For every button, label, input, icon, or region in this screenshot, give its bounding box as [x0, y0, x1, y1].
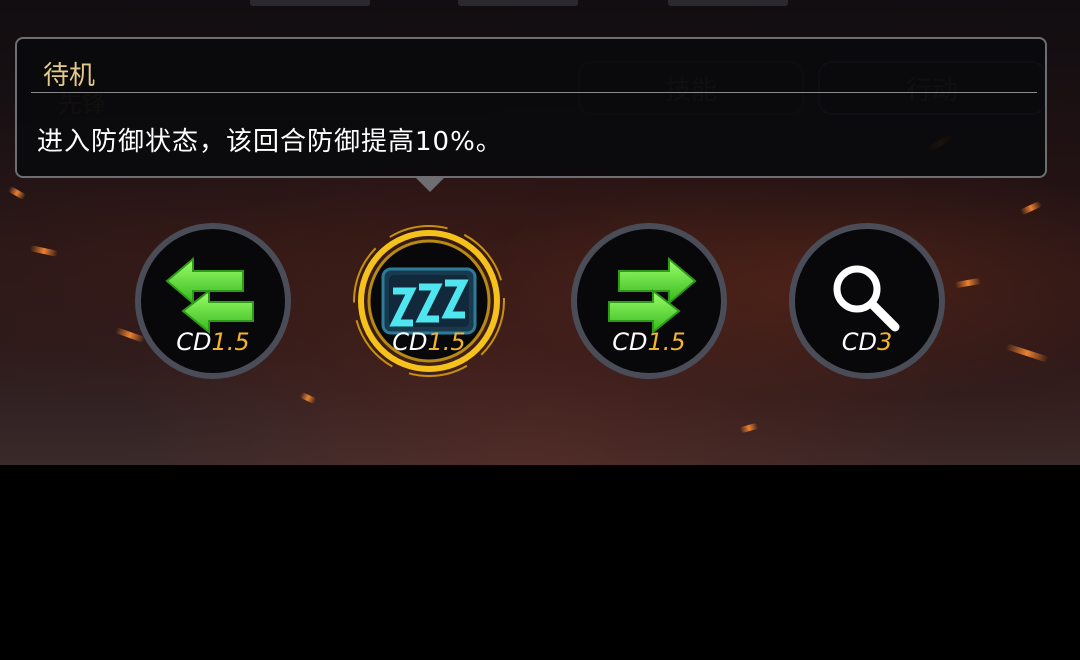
cooldown-value: 3 [876, 328, 893, 356]
cooldown-label: CD1.5 [570, 328, 728, 356]
game-screen: 先锋 技能 行动 待机 进入防御状态，该回合防御提高10%。 CD1.5 [0, 0, 1080, 660]
top-menu-stub [668, 0, 788, 6]
cooldown-label: CD3 [788, 328, 946, 356]
cooldown-prefix: CD [841, 328, 877, 356]
cooldown-value: 1.5 [211, 328, 250, 356]
ember-spark [739, 422, 759, 434]
cooldown-prefix: CD [612, 328, 648, 356]
ember-spark [7, 185, 27, 201]
tooltip-pointer [416, 178, 444, 192]
cooldown-prefix: CD [176, 328, 212, 356]
tooltip-description: 进入防御状态，该回合防御提高10%。 [37, 127, 503, 157]
ember-spark [299, 391, 317, 405]
top-menu-stub [458, 0, 578, 6]
cooldown-label: CD1.5 [134, 328, 292, 356]
ember-spark [954, 277, 982, 289]
move-right-button[interactable]: CD1.5 [570, 222, 728, 380]
action-tooltip: 待机 进入防御状态，该回合防御提高10%。 [15, 37, 1047, 178]
cooldown-value: 1.5 [647, 328, 686, 356]
ember-spark [1005, 343, 1049, 363]
inspect-button[interactable]: CD3 [788, 222, 946, 380]
tooltip-divider [31, 92, 1037, 93]
wait-button[interactable]: CD1.5 [350, 222, 508, 380]
top-menu-stub [250, 0, 370, 6]
tooltip-title: 待机 [43, 61, 96, 91]
cooldown-prefix: CD [392, 328, 428, 356]
ember-spark [1019, 200, 1043, 216]
cooldown-value: 1.5 [427, 328, 466, 356]
ember-spark [29, 245, 59, 257]
move-left-button[interactable]: CD1.5 [134, 222, 292, 380]
cooldown-label: CD1.5 [350, 328, 508, 356]
